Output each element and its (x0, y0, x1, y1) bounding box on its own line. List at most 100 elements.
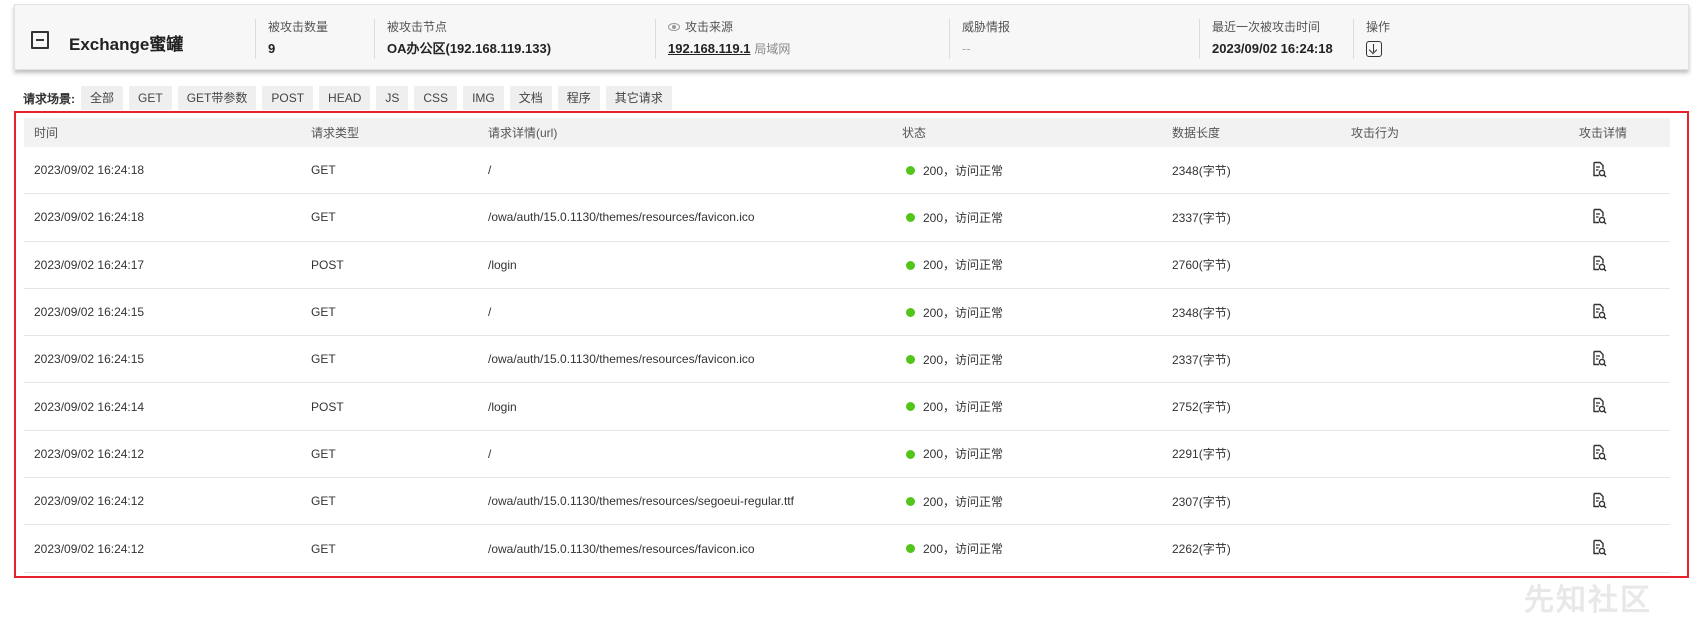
col-header-length: 数据长度 (1172, 126, 1221, 140)
attack-source-tag: 局域网 (754, 42, 791, 56)
filter-chip-document[interactable]: 文档 (509, 86, 552, 110)
cell-status: 200，访问正常 (892, 256, 1162, 273)
last-attack-time-column: 最近一次被攻击时间 2023/09/02 16:24:18 (1199, 19, 1333, 59)
honeypot-title: Exchange蜜罐 (69, 35, 184, 54)
cell-type: POST (311, 399, 344, 414)
col-header-status: 状态 (902, 126, 927, 140)
status-text: 200，访问正常 (923, 400, 1004, 415)
status-text: 200，访问正常 (923, 258, 1004, 273)
col-header-type: 请求类型 (311, 126, 360, 140)
cell-detail (1567, 303, 1670, 322)
cell-url: / (488, 305, 492, 320)
cell-time: 2023/09/02 16:24:12 (34, 494, 145, 509)
cell-status: 200，访问正常 (892, 351, 1162, 368)
cell-status: 200，访问正常 (892, 540, 1162, 557)
status-text: 200，访问正常 (923, 305, 1004, 320)
cell-time: 2023/09/02 16:24:12 (34, 541, 145, 556)
attack-count-value: 9 (268, 41, 276, 56)
cell-detail (1567, 208, 1670, 227)
cell-status: 200，访问正常 (892, 445, 1162, 462)
table-row: 2023/09/02 16:24:14 POST/login 200，访问正常 275… (24, 383, 1670, 431)
table-row: 2023/09/02 16:24:17 POST/login 200，访问正常 276… (24, 242, 1670, 289)
filter-chip-head[interactable]: HEAD (319, 86, 371, 110)
status-ok-dot (906, 402, 915, 412)
filter-chip-css[interactable]: CSS (414, 86, 458, 110)
cell-url: /owa/auth/15.0.1130/themes/resources/fav… (488, 352, 755, 367)
cell-detail (1567, 492, 1670, 511)
status-text: 200，访问正常 (923, 163, 1004, 178)
table-row: 2023/09/02 16:24:15 GET/owa/auth/15.0.113… (24, 336, 1670, 384)
status-text: 200，访问正常 (923, 494, 1004, 509)
view-detail-icon[interactable] (1591, 444, 1607, 461)
cell-detail (1567, 539, 1670, 558)
table-row: 2023/09/02 16:24:18 GET/owa/auth/15.0.113… (24, 194, 1670, 242)
attack-count-label: 被攻击数量 (268, 20, 329, 34)
actions-column: 操作 (1353, 19, 1390, 59)
actions-label: 操作 (1366, 20, 1391, 34)
table-row: 2023/09/02 16:24:12 GET/owa/auth/15.0.113… (24, 478, 1670, 526)
filter-chip-get-with-params[interactable]: GET带参数 (177, 86, 257, 110)
download-icon[interactable] (1366, 41, 1382, 57)
status-text: 200，访问正常 (923, 447, 1004, 462)
table-header: 时间 请求类型 请求详情(url) 状态 数据长度 攻击行为 攻击详情 (24, 118, 1670, 147)
table-row: 2023/09/02 16:24:18 GET / 200，访问正常 2348(字节) (24, 147, 1670, 195)
filter-chip-img[interactable]: IMG (463, 86, 504, 110)
table-body: 2023/09/02 16:24:18 GET/200，访问正常 2348(字节) 2… (24, 147, 1670, 573)
cell-time: 2023/09/02 16:24:17 (34, 257, 145, 272)
table-row: 2023/09/02 16:24:12 GET / 200，访问正常 2291(字节) (24, 431, 1670, 479)
filter-chip-js[interactable]: JS (376, 86, 409, 110)
cell-url: / (488, 446, 492, 461)
cell-detail (1567, 397, 1670, 416)
cell-detail (1567, 444, 1670, 463)
cell-type: GET (311, 541, 336, 556)
status-ok-dot (906, 355, 915, 365)
attack-source-value-wrap: 192.168.119.1 局域网 (668, 41, 790, 57)
status-text: 200，访问正常 (923, 542, 1004, 557)
cell-url: /owa/auth/15.0.1130/themes/resources/seg… (488, 494, 794, 509)
attacked-node-column: 被攻击节点 OA办公区(192.168.119.133) (374, 19, 551, 59)
table-row: 2023/09/02 16:24:15 GET / 200，访问正常 2348(字节) (24, 289, 1670, 337)
view-detail-icon[interactable] (1591, 492, 1607, 509)
filter-chip-post[interactable]: POST (262, 86, 314, 110)
view-detail-icon[interactable] (1591, 303, 1607, 320)
cell-url: /login (488, 257, 517, 272)
collapse-toggle-icon[interactable] (31, 31, 49, 49)
cell-time: 2023/09/02 16:24:15 (34, 352, 145, 367)
filter-chip-other[interactable]: 其它请求 (605, 86, 672, 110)
threat-intel-column: 威胁情报 -- (949, 19, 1010, 59)
attacked-node-value: OA办公区(192.168.119.133) (387, 41, 552, 56)
status-ok-dot (906, 449, 915, 459)
view-detail-icon[interactable] (1591, 350, 1607, 367)
cell-type: GET (311, 210, 336, 225)
attack-source-label-wrap: 攻击来源 (668, 19, 790, 35)
last-attack-time-label: 最近一次被攻击时间 (1212, 20, 1321, 34)
cell-type: GET (311, 163, 336, 178)
cell-type: GET (311, 305, 336, 320)
cell-detail (1567, 350, 1670, 369)
view-detail-icon[interactable] (1591, 208, 1607, 225)
view-detail-icon[interactable] (1591, 397, 1607, 414)
view-detail-icon[interactable] (1591, 539, 1607, 556)
view-detail-icon[interactable] (1591, 161, 1607, 178)
col-header-url: 请求详情(url) (488, 126, 558, 140)
status-ok-dot (906, 544, 915, 554)
attack-count-column: 被攻击数量 9 (255, 19, 328, 59)
cell-type: GET (311, 446, 336, 461)
cell-length: 2291(字节) (1172, 447, 1231, 462)
status-ok-dot (906, 165, 915, 175)
request-log-table: 时间 请求类型 请求详情(url) 状态 数据长度 攻击行为 攻击详情 2023… (24, 118, 1670, 573)
threat-intel-value: -- (962, 41, 971, 56)
cell-detail (1567, 255, 1670, 274)
attack-source-ip-link[interactable]: 192.168.119.1 (668, 41, 750, 56)
view-detail-icon[interactable] (1591, 255, 1607, 272)
cell-length: 2337(字节) (1172, 352, 1231, 367)
filter-chip-all[interactable]: 全部 (81, 86, 124, 110)
col-header-behavior: 攻击行为 (1351, 126, 1400, 140)
filter-chip-program[interactable]: 程序 (557, 86, 600, 110)
cell-length: 2262(字节) (1172, 542, 1231, 557)
last-attack-time-value: 2023/09/02 16:24:18 (1212, 41, 1333, 56)
status-text: 200，访问正常 (923, 352, 1004, 367)
filter-chip-get[interactable]: GET (129, 86, 172, 110)
status-ok-dot (906, 213, 915, 223)
col-header-time: 时间 (34, 126, 59, 140)
